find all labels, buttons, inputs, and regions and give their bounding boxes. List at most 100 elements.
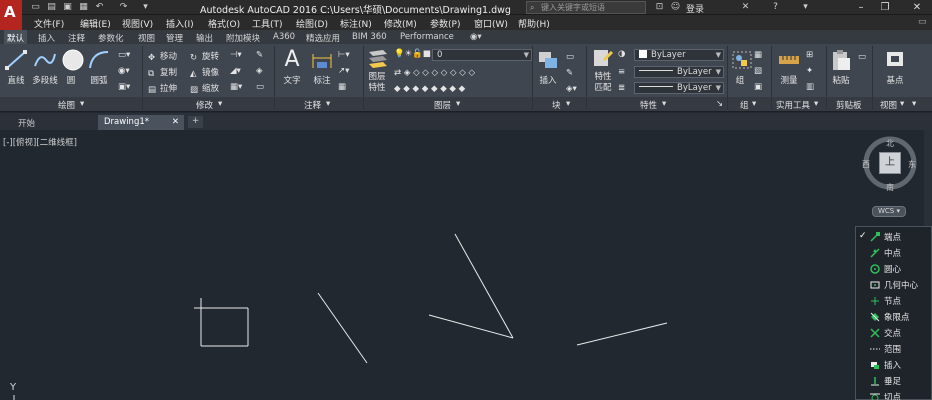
fillet-icon[interactable]: ◢▾	[230, 66, 241, 76]
osnap-perpendicular[interactable]: 垂足	[856, 373, 932, 389]
menu-window[interactable]: 窗口(W)	[474, 17, 508, 30]
wcs-menu-button[interactable]: WCS ▾	[872, 206, 906, 217]
layers-panel-expand-icon[interactable]: ▾	[456, 99, 460, 109]
annotation-panel-expand-icon[interactable]: ▾	[326, 99, 330, 109]
erase-icon[interactable]: ✎	[256, 50, 263, 60]
group-tool[interactable]: 组	[729, 48, 752, 86]
osnap-tangent[interactable]: 切点	[856, 389, 932, 400]
menu-insert[interactable]: 插入(I)	[166, 17, 194, 30]
viewcube-top-face[interactable]: 上	[879, 152, 901, 174]
tab-a360[interactable]: A360	[273, 32, 295, 42]
binoculars-icon[interactable]: ⊡	[654, 2, 665, 13]
redo-icon[interactable]: ↷	[118, 2, 129, 13]
menu-file[interactable]: 文件(F)	[34, 17, 64, 30]
tab-manage[interactable]: 管理	[166, 32, 183, 44]
scale-button[interactable]: ▨ 缩放	[190, 82, 219, 95]
save-as-icon[interactable]: ▦	[78, 2, 89, 13]
tab-addins[interactable]: 附加模块	[226, 32, 260, 44]
close-button[interactable]: ✕	[906, 1, 928, 14]
group-select-icon[interactable]: ▣	[754, 82, 762, 92]
osnap-geometric-center[interactable]: 几何中心	[856, 277, 932, 293]
menu-draw[interactable]: 绘图(D)	[296, 17, 328, 30]
array-icon[interactable]: ▦▾	[230, 82, 242, 92]
tab-parametric[interactable]: 参数化	[98, 32, 124, 44]
menu-parametric[interactable]: 参数(P)	[430, 17, 460, 30]
group-edit-icon[interactable]: ▧	[754, 66, 762, 76]
line-tool[interactable]: 直线	[2, 48, 30, 86]
osnap-extension[interactable]: 范围	[856, 341, 932, 357]
menu-edit[interactable]: 编辑(E)	[80, 17, 111, 30]
tab-output[interactable]: 输出	[196, 32, 213, 44]
layer-properties-tool[interactable]: 图层 特性	[365, 46, 389, 94]
explode-icon[interactable]: ◈	[256, 66, 263, 76]
exchange-icon[interactable]: ✕	[740, 2, 751, 13]
offset-icon[interactable]: ▭	[256, 82, 264, 92]
tab-annotate[interactable]: 注释	[68, 32, 85, 44]
osnap-intersection[interactable]: 交点	[856, 325, 932, 341]
layer-tools-row1-icons[interactable]: ⇄ ◈ ◇ ◇ ◇ ◇ ◇ ◇ ◇	[394, 68, 475, 78]
menu-tools[interactable]: 工具(T)	[252, 17, 283, 30]
move-button[interactable]: ✥ 移动	[148, 50, 177, 63]
tab-view[interactable]: 视图	[138, 32, 155, 44]
menu-restore-icon[interactable]: ▭	[918, 17, 927, 27]
text-tool[interactable]: A 文字	[278, 48, 306, 87]
osnap-endpoint[interactable]: ✓ 端点	[856, 229, 932, 245]
tab-default[interactable]: 默认	[4, 30, 28, 44]
color-wheel-icon[interactable]: ◑	[618, 49, 625, 59]
menu-view[interactable]: 视图(V)	[122, 17, 153, 30]
quick-access-dropdown-icon[interactable]: ▾	[140, 2, 151, 13]
insert-block-tool[interactable]: 插入	[534, 48, 562, 86]
help-dropdown-icon[interactable]: ▾	[800, 2, 811, 13]
compass-north[interactable]: 北	[886, 138, 894, 149]
drawn-line[interactable]	[576, 322, 668, 346]
close-tab-icon[interactable]: ✕	[172, 117, 179, 127]
tab-bim360[interactable]: BIM 360	[352, 32, 387, 42]
compass-south[interactable]: 南	[886, 182, 894, 193]
undo-icon[interactable]: ↶	[94, 2, 105, 13]
measure-tool[interactable]: 测量	[776, 48, 802, 86]
tab-featured-apps[interactable]: 精选应用	[306, 32, 340, 44]
hatch-icon[interactable]: ◉▾	[118, 66, 130, 76]
layer-state-icons[interactable]: 💡☀🔓■	[394, 49, 431, 59]
compass-east[interactable]: 东	[908, 159, 916, 170]
restore-button[interactable]: ❐	[874, 1, 896, 14]
new-tab-icon[interactable]: +	[188, 116, 204, 128]
app-menu-button[interactable]: A	[0, 0, 22, 30]
tab-drawing1[interactable]: Drawing1* ✕	[98, 115, 184, 130]
viewcube[interactable]: 北 南 东 西 上	[860, 135, 920, 195]
layer-combo[interactable]: 0 ▼	[432, 49, 532, 61]
tab-start[interactable]: 开始	[12, 115, 94, 130]
create-block-icon[interactable]: ▭	[566, 52, 574, 62]
draw-panel-expand-icon[interactable]: ▾	[80, 99, 84, 109]
polyline-tool[interactable]: 多段线	[30, 48, 60, 86]
search-input[interactable]: ⌕ 键入关键字或短语	[526, 1, 646, 14]
paste-tool[interactable]: 粘贴	[828, 48, 854, 86]
properties-panel-expand-icon[interactable]: ▾	[662, 99, 666, 109]
ungroup-icon[interactable]: ▦	[754, 50, 762, 60]
rectangle-icon[interactable]: ▭▾	[118, 50, 130, 60]
drawn-line[interactable]	[428, 314, 514, 339]
login-link[interactable]: 登录	[686, 2, 704, 15]
edit-attributes-icon[interactable]: ◈▾	[566, 84, 577, 94]
save-icon[interactable]: ▣	[62, 2, 73, 13]
linetype-icon[interactable]: ≡	[618, 67, 625, 77]
user-icon[interactable]: ☺	[670, 2, 681, 13]
circle-tool[interactable]: 圆	[60, 48, 84, 86]
trim-icon[interactable]: ⊣▾	[230, 50, 242, 60]
quick-select-icon[interactable]: ✦	[806, 66, 813, 76]
new-file-icon[interactable]: ▭	[30, 2, 41, 13]
block-panel-expand-icon[interactable]: ▾	[566, 99, 570, 109]
edit-block-icon[interactable]: ✎	[566, 68, 573, 78]
compass-west[interactable]: 西	[862, 159, 870, 170]
multileader-icon[interactable]: ↗▾	[338, 66, 349, 76]
stretch-button[interactable]: ▤ 拉伸	[148, 82, 177, 95]
properties-dialog-launcher-icon[interactable]: ↘	[716, 99, 723, 109]
osnap-insertion[interactable]: 插入	[856, 357, 932, 373]
point-icon[interactable]: ⊞	[806, 50, 813, 60]
cut-icon[interactable]: ▭	[858, 52, 866, 62]
match-properties-tool[interactable]: 特性 匹配	[590, 46, 616, 94]
layer-tools-row2-icons[interactable]: ◆ ◆ ◆ ◆ ◆ ◆ ◆ ◆	[394, 84, 465, 94]
menu-format[interactable]: 格式(O)	[208, 17, 240, 30]
modify-panel-expand-icon[interactable]: ▾	[218, 99, 222, 109]
rotate-button[interactable]: ↻ 旋转	[190, 50, 219, 63]
